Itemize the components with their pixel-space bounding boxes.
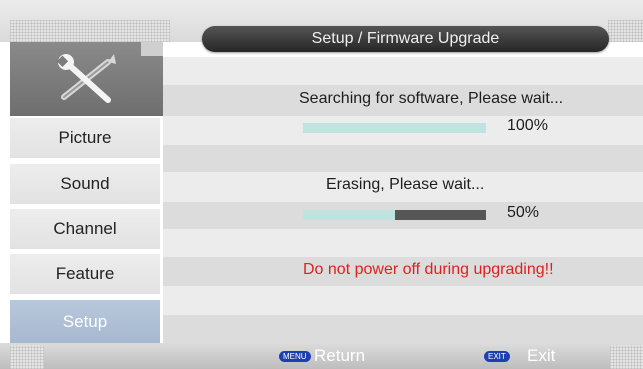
setup-icon-panel: [10, 42, 163, 116]
row-stripe: [163, 57, 643, 85]
tools-icon: [56, 54, 116, 103]
erase-progress-percent: 50%: [507, 204, 540, 221]
sidebar-item-channel[interactable]: Channel: [10, 207, 160, 249]
row-stripe: [163, 286, 643, 315]
page-title: Setup / Firmware Upgrade: [202, 26, 609, 52]
search-progress-fill: [303, 123, 486, 133]
top-left-texture: [10, 20, 170, 42]
erase-progress-fill: [303, 210, 395, 220]
menu-key-chip: MENU: [279, 351, 311, 362]
bottom-right-texture: [610, 345, 643, 369]
sidebar-item-setup[interactable]: Setup: [10, 298, 160, 343]
search-progress-percent: 100%: [507, 117, 548, 134]
sidebar-item-sound[interactable]: Sound: [10, 162, 160, 204]
sidebar-item-picture[interactable]: Picture: [10, 116, 160, 158]
sidebar-item-feature[interactable]: Feature: [10, 252, 160, 294]
row-stripe: [163, 315, 643, 343]
top-right-texture: [608, 20, 643, 42]
row-stripe: [163, 229, 643, 257]
sidebar-item-label: Setup: [62, 311, 108, 331]
sidebar-item-label: Sound: [60, 174, 110, 193]
sidebar-item-label: Feature: [55, 264, 115, 283]
row-stripe: [163, 145, 643, 172]
return-button[interactable]: Return: [314, 345, 365, 367]
erase-status-text: Erasing, Please wait...: [326, 176, 485, 193]
erase-progress-bar: [303, 210, 486, 220]
sidebar-item-label: Channel: [53, 219, 117, 238]
warning-message: Do not power off during upgrading!!: [303, 261, 554, 278]
search-progress-bar: [303, 123, 486, 133]
sidebar-item-label: Picture: [58, 128, 112, 147]
exit-button[interactable]: Exit: [527, 345, 555, 367]
exit-key-chip: EXIT: [484, 351, 510, 362]
bottom-left-texture: [10, 345, 44, 369]
search-status-text: Searching for software, Please wait...: [299, 90, 564, 107]
